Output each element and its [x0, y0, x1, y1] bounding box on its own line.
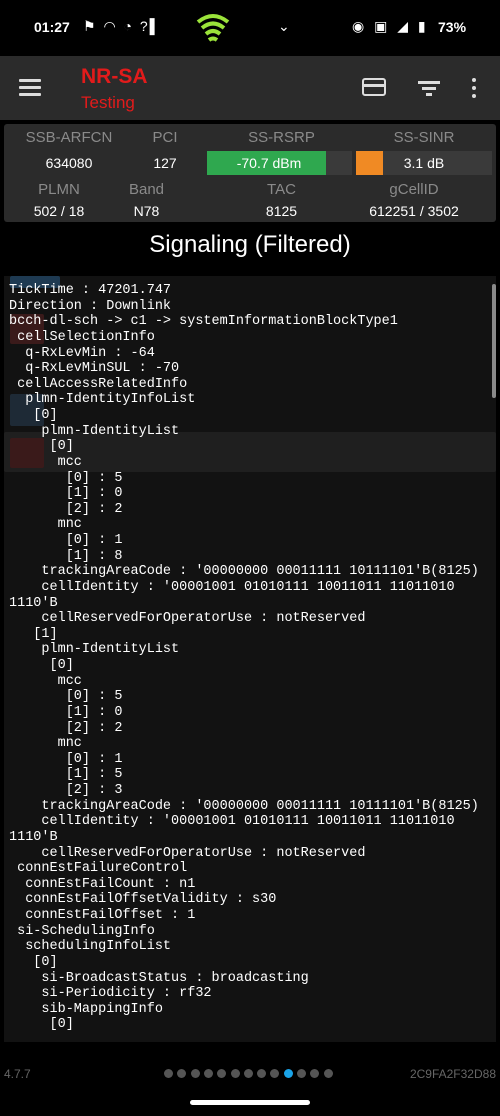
page-dot[interactable] — [243, 1069, 253, 1078]
value-ss-rsrp: -70.7 dBm — [236, 155, 302, 171]
value-tac: 8125 — [265, 203, 298, 219]
sinr-level-bar: 3.1 dB — [356, 151, 492, 175]
page-dot[interactable] — [283, 1069, 293, 1078]
value-gcellid: 612251 / 3502 — [369, 203, 459, 219]
chevron-down-icon: ⌄ — [278, 18, 290, 34]
status-bar: 01:27 ⚑ ◠ ◔ ?▌ ⌄ ◉ ▣ ◢ ▮ 73% — [0, 0, 500, 56]
header-ssb-arfcn: SSB-ARFCN — [25, 129, 113, 146]
header-pci: PCI — [152, 129, 178, 146]
battery-percent: 73% — [438, 19, 467, 35]
status-system-icons: ◉ ▣ ◢ ▮ — [352, 18, 429, 34]
home-gesture-bar[interactable] — [190, 1100, 310, 1105]
value-band: N78 — [133, 203, 160, 219]
value-ss-sinr: 3.1 dB — [403, 155, 445, 171]
app-version: 4.7.7 — [4, 1067, 31, 1081]
header-plmn: PLMN — [38, 181, 80, 198]
rsrp-level-bar: -70.7 dBm — [207, 151, 352, 175]
value-plmn: 502 / 18 — [33, 203, 85, 219]
header-tac: TAC — [267, 181, 296, 198]
page-dot[interactable] — [217, 1069, 227, 1078]
header-gcellid: gCellID — [389, 181, 439, 198]
app-bar: NR-SA Testing — [0, 56, 500, 120]
page-dot[interactable] — [203, 1069, 213, 1078]
app-title: NR-SA — [81, 65, 148, 88]
log-scrollbar[interactable] — [492, 284, 496, 398]
header-band: Band — [128, 181, 165, 198]
device-id: 2C9FA2F32D88 — [409, 1067, 496, 1081]
status-time: 01:27 — [34, 19, 70, 35]
header-ss-sinr: SS-SINR — [393, 129, 455, 146]
signaling-log-text: TickTime : 47201.747 Direction : Downlin… — [9, 283, 479, 1033]
page-dot[interactable] — [190, 1069, 200, 1078]
page-dot[interactable] — [297, 1069, 306, 1078]
signaling-log-view[interactable]: TickTime : 47201.747 Direction : Downlin… — [4, 276, 496, 1042]
page-dot[interactable] — [310, 1069, 320, 1078]
signaling-title: Signaling (Filtered) — [149, 231, 351, 258]
page-dot[interactable] — [230, 1069, 240, 1078]
page-dot[interactable] — [177, 1069, 187, 1078]
value-ssb-arfcn: 634080 — [45, 155, 93, 171]
app-subtitle: Testing — [81, 93, 135, 112]
wifi-signal-icon — [196, 14, 230, 42]
page-dot[interactable] — [257, 1069, 267, 1078]
page-dot[interactable] — [323, 1069, 333, 1078]
status-notification-icons: ⚑ ◠ ◔ ?▌ — [83, 18, 162, 34]
menu-icon[interactable] — [19, 77, 43, 97]
page-dot[interactable] — [164, 1069, 173, 1078]
header-ss-rsrp: SS-RSRP — [248, 129, 315, 146]
value-pci: 127 — [153, 155, 177, 171]
card-icon[interactable] — [362, 78, 386, 96]
cell-stats-panel: SSB-ARFCN PCI SS-RSRP SS-SINR 634080 127… — [4, 124, 496, 222]
page-dot[interactable] — [270, 1069, 280, 1078]
filter-icon[interactable] — [418, 78, 440, 96]
more-vert-icon[interactable] — [470, 77, 478, 99]
